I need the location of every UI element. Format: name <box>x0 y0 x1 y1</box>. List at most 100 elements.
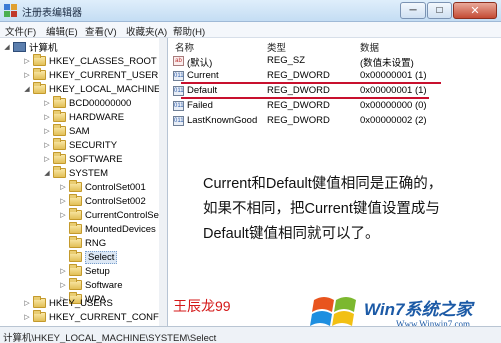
value-data: (数值未设置) <box>360 58 414 69</box>
tree-item-label: HKEY_LOCAL_MACHINE <box>49 83 161 95</box>
menu-view[interactable]: 查看(V) <box>85 24 117 38</box>
expand-arrow-icon[interactable]: ▷ <box>23 57 31 65</box>
tree-item-software-sub[interactable]: ▷ Software <box>59 278 123 292</box>
value-name: LastKnownGood <box>187 115 258 126</box>
value-type: REG_DWORD <box>267 100 330 111</box>
highlight-underline-current <box>181 82 441 84</box>
value-type: REG_DWORD <box>267 70 330 81</box>
author-signature: 王辰龙99 <box>173 298 231 314</box>
status-path: 计算机\HKEY_LOCAL_MACHINE\SYSTEM\Select <box>3 333 217 343</box>
minimize-button[interactable]: ─ <box>400 2 426 19</box>
expand-arrow-icon[interactable]: ▷ <box>43 141 51 149</box>
menu-help[interactable]: 帮助(H) <box>173 24 205 38</box>
expand-arrow-icon[interactable]: ▷ <box>59 211 67 219</box>
menu-file[interactable]: 文件(F) <box>5 24 36 38</box>
tree-item-hku[interactable]: ▷ HKEY_USERS <box>23 296 113 310</box>
tree-item-system[interactable]: ◢ SYSTEM <box>43 166 108 180</box>
tree-item-setup[interactable]: ▷ Setup <box>59 264 110 278</box>
expand-arrow-icon[interactable]: ▷ <box>23 299 31 307</box>
value-data: 0x00000001 (1) <box>360 70 427 81</box>
value-data: 0x00000002 (2) <box>360 115 427 126</box>
expand-arrow-icon[interactable]: ▷ <box>59 267 67 275</box>
expand-arrow-icon[interactable]: ▷ <box>59 183 67 191</box>
annotation-line-3: Default键值相同就可以了。 <box>203 226 380 242</box>
folder-icon <box>53 152 66 164</box>
collapse-arrow-icon[interactable]: ◢ <box>43 169 51 177</box>
folder-icon <box>69 236 82 248</box>
value-name: (默认) <box>187 58 213 69</box>
menu-edit[interactable]: 编辑(E) <box>46 24 78 38</box>
dword-value-icon: 011 <box>173 71 184 81</box>
title-bar: 注册表编辑器 ─ □ ✕ <box>0 0 501 22</box>
tree-item-controlset002[interactable]: ▷ ControlSet002 <box>59 194 146 208</box>
value-row[interactable]: ab (默认) REG_SZ (数值未设置) <box>169 54 501 69</box>
expand-arrow-icon[interactable]: ▷ <box>23 313 31 321</box>
close-button[interactable]: ✕ <box>453 2 497 19</box>
close-icon: ✕ <box>470 5 480 17</box>
value-row[interactable]: 011 Failed REG_DWORD 0x00000000 (0) <box>169 99 501 113</box>
value-type: REG_SZ <box>267 55 306 66</box>
dword-value-icon: 011 <box>173 101 184 111</box>
tree-item-hardware[interactable]: ▷ HARDWARE <box>43 110 124 124</box>
tree-item-select[interactable]: Select <box>59 250 118 264</box>
tree-item-currentcontrolset[interactable]: ▷ CurrentControlSet <box>59 208 162 222</box>
tree-item-label: SAM <box>69 125 90 137</box>
tree-item-label: SYSTEM <box>69 167 109 179</box>
tree-item-software[interactable]: ▷ SOFTWARE <box>43 152 122 166</box>
expand-arrow-icon[interactable]: ▷ <box>59 197 67 205</box>
minimize-icon: ─ <box>409 5 417 16</box>
tree-item-hkcc[interactable]: ▷ HKEY_CURRENT_CONFIG <box>23 310 167 324</box>
value-name: Failed <box>187 100 213 111</box>
tree-item-hkcr[interactable]: ▷ HKEY_CLASSES_ROOT <box>23 54 157 68</box>
folder-icon <box>33 296 46 308</box>
tree-item-label: Setup <box>85 265 110 277</box>
column-header-name[interactable]: 名称 <box>175 40 194 54</box>
registry-editor-icon <box>4 4 17 17</box>
column-header-data[interactable]: 数据 <box>360 40 379 54</box>
value-row[interactable]: 011 Current REG_DWORD 0x00000001 (1) <box>169 69 501 83</box>
expand-arrow-icon[interactable]: ▷ <box>43 113 51 121</box>
tree-item-bcd[interactable]: ▷ BCD00000000 <box>43 96 131 110</box>
folder-icon <box>69 180 82 192</box>
registry-tree: ◢ 计算机 ▷ HKEY_CLASSES_ROOT ▷ HKEY_CURRENT_U… <box>0 38 168 326</box>
expand-arrow-icon[interactable]: ▷ <box>59 281 67 289</box>
tree-item-security[interactable]: ▷ SECURITY <box>43 138 117 152</box>
tree-item-mounteddevices[interactable]: MountedDevices <box>59 222 156 236</box>
maximize-button[interactable]: □ <box>427 2 452 19</box>
tree-item-label: HARDWARE <box>69 111 125 123</box>
collapse-arrow-icon[interactable]: ◢ <box>23 85 31 93</box>
column-header-type[interactable]: 类型 <box>267 40 286 54</box>
tree-item-label: HKEY_CLASSES_ROOT <box>49 55 157 67</box>
value-row[interactable]: 011 LastKnownGood REG_DWORD 0x00000002 (… <box>169 114 501 128</box>
window-title: 注册表编辑器 <box>22 8 82 19</box>
tree-item-hkcu[interactable]: ▷ HKEY_CURRENT_USER <box>23 68 158 82</box>
value-row[interactable]: 011 Default REG_DWORD 0x00000001 (1) <box>169 84 501 98</box>
tree-scrollbar[interactable] <box>159 38 167 326</box>
tree-item-label: SOFTWARE <box>69 153 123 165</box>
folder-icon <box>33 54 46 66</box>
value-type: REG_DWORD <box>267 115 330 126</box>
expand-arrow-icon[interactable]: ▷ <box>43 127 51 135</box>
tree-item-label: Software <box>85 279 123 291</box>
tree-item-rng[interactable]: RNG <box>59 236 106 250</box>
dword-value-icon: 011 <box>173 116 184 126</box>
folder-icon <box>53 124 66 136</box>
tree-item-label: ControlSet001 <box>85 181 146 193</box>
folder-icon <box>53 138 66 150</box>
tree-item-hklm[interactable]: ◢ HKEY_LOCAL_MACHINE <box>23 82 160 96</box>
tree-item-controlset001[interactable]: ▷ ControlSet001 <box>59 180 146 194</box>
folder-icon <box>69 278 82 290</box>
tree-item-computer[interactable]: ◢ 计算机 <box>3 40 58 54</box>
watermark-brand: Win7系统之家 <box>364 300 473 319</box>
menu-favorites[interactable]: 收藏夹(A) <box>126 24 167 38</box>
expand-arrow-icon[interactable]: ▷ <box>43 99 51 107</box>
tree-item-label: HKEY_CURRENT_USER <box>49 69 159 81</box>
tree-item-sam[interactable]: ▷ SAM <box>43 124 90 138</box>
expand-arrow-icon[interactable]: ▷ <box>43 155 51 163</box>
folder-icon <box>33 310 46 322</box>
computer-icon <box>13 42 26 52</box>
collapse-arrow-icon[interactable]: ◢ <box>3 43 11 51</box>
value-data: 0x00000001 (1) <box>360 85 427 96</box>
tree-item-label: HKEY_USERS <box>49 297 113 309</box>
expand-arrow-icon[interactable]: ▷ <box>23 71 31 79</box>
